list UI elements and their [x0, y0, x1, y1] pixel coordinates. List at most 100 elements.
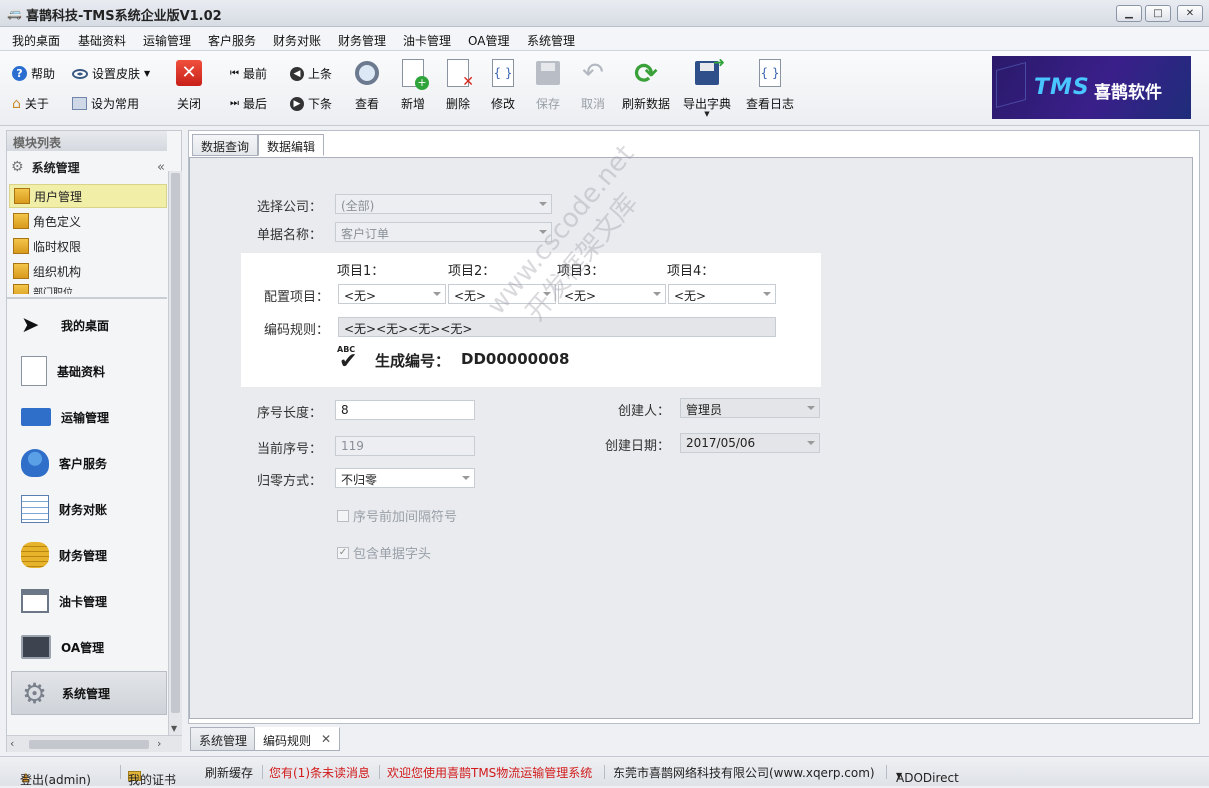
module-reconciliation[interactable]: 财务对账 [11, 487, 167, 531]
module-finance[interactable]: 财务管理 [11, 533, 167, 577]
menu-desktop[interactable]: 我的桌面 [12, 32, 60, 49]
checkbox-box[interactable] [337, 509, 349, 522]
sidebar-splitter[interactable] [7, 297, 167, 299]
prev-button[interactable]: ◀ 上条 [290, 65, 332, 82]
unread-message-link[interactable]: 您有(1)条未读消息 [269, 764, 370, 781]
reset-mode-value: 不归零 [341, 473, 378, 487]
cancel-button[interactable]: ↶ 取消 [563, 57, 623, 121]
module-label: 运输管理 [61, 410, 110, 425]
arrow-left-circle-icon: ◀ [290, 66, 304, 81]
export-icon: ➜ [695, 55, 725, 85]
scroll-thumb[interactable] [29, 740, 149, 749]
coins-icon [21, 542, 49, 568]
sidebar-horizontal-scrollbar[interactable]: ‹ › [7, 735, 182, 752]
doc-tab-system[interactable]: 系统管理 [190, 727, 257, 751]
reset-mode-select[interactable]: 不归零 [335, 468, 475, 488]
help-button[interactable]: ? 帮助 [12, 65, 55, 82]
status-separator [379, 765, 380, 779]
status-separator [604, 765, 605, 779]
caret-down-icon: ▼ [144, 69, 151, 78]
scroll-left-icon[interactable]: ‹ [10, 737, 14, 750]
include-prefix-checkbox-label: 包含单据字头 [353, 547, 432, 562]
sidebar-item-role-definition[interactable]: 角色定义 [9, 209, 167, 233]
refresh-button[interactable]: ⟳ 刷新数据 [616, 57, 676, 121]
add-document-icon: + [402, 59, 429, 90]
first-button[interactable]: ⏮ 最前 [230, 65, 267, 82]
edit-panel: 选择公司： (全部) 单据名称： 客户订单 项目1： 项目2： 项目3： 项目4… [189, 157, 1193, 719]
tab-data-query[interactable]: 数据查询 [192, 134, 259, 156]
module-sidebar: 模块列表 ⚙ 系统管理 « 用户管理 角色定义 临时权限 组织机构 部门职位 ➤… [6, 130, 182, 752]
close-window-button[interactable]: ✕ [1177, 5, 1203, 22]
export-button[interactable]: ➜ 导出字典 ▼ [677, 55, 737, 121]
item4-value: <无> [674, 289, 707, 303]
module-desktop[interactable]: ➤ 我的桌面 [11, 303, 167, 347]
close-tab-icon[interactable]: ✕ [321, 732, 331, 746]
status-separator [886, 765, 887, 779]
scroll-down-icon[interactable]: ▼ [171, 724, 177, 733]
module-oa[interactable]: OA管理 [11, 625, 167, 669]
refresh-cache-button[interactable]: 刷新缓存 [205, 764, 253, 781]
menu-customer-service[interactable]: 客户服务 [208, 32, 256, 49]
create-date-value: 2017/05/06 [686, 436, 756, 450]
arrow-right-circle-icon: ▶ [290, 96, 304, 111]
menu-fuel-card[interactable]: 油卡管理 [403, 32, 451, 49]
item4-label: 项目4： [667, 264, 715, 279]
home-icon: ⌂ [12, 95, 21, 112]
close-icon: ✕ [176, 60, 202, 86]
set-favorite-button[interactable]: 设为常用 [72, 95, 139, 112]
sidebar-vertical-scrollbar[interactable]: ▼ [168, 171, 182, 735]
maximize-button[interactable]: □ [1145, 5, 1171, 22]
doc-name-select[interactable]: 客户订单 [335, 222, 552, 242]
view-log-button[interactable]: { } 查看日志 [740, 57, 800, 121]
scroll-right-icon[interactable]: › [157, 737, 161, 750]
group-title: 系统管理 [31, 160, 80, 175]
sidebar-group-header[interactable]: ⚙ 系统管理 « [7, 153, 167, 181]
company-label: 选择公司： [256, 200, 322, 215]
module-system[interactable]: ⚙ 系统管理 [11, 671, 167, 715]
sidebar-item-temp-permission[interactable]: 临时权限 [9, 234, 167, 258]
tab-data-edit[interactable]: 数据编辑 [258, 134, 325, 156]
module-customer-service[interactable]: 客户服务 [11, 441, 167, 485]
status-separator [262, 765, 263, 779]
minimize-button[interactable]: ▁ [1116, 5, 1142, 22]
close-button[interactable]: ✕ 关闭 [159, 57, 219, 121]
last-button[interactable]: ⏭ 最后 [230, 95, 267, 112]
menu-reconciliation[interactable]: 财务对账 [273, 32, 321, 49]
collapse-icon[interactable]: « [157, 160, 165, 175]
menu-finance[interactable]: 财务管理 [338, 32, 386, 49]
seq-length-input[interactable]: 8 [335, 400, 475, 420]
menu-oa[interactable]: OA管理 [468, 32, 509, 49]
item4-select[interactable]: <无> [668, 284, 776, 304]
module-transport[interactable]: 运输管理 [11, 395, 167, 439]
skin-button[interactable]: 设置皮肤 ▼ [72, 65, 150, 82]
menu-transport[interactable]: 运输管理 [143, 32, 191, 49]
item1-select[interactable]: <无> [338, 284, 446, 304]
include-prefix-checkbox[interactable]: ✓ 包含单据字头 [337, 543, 431, 562]
edit-document-icon: { } [492, 59, 514, 87]
main-content: 数据查询 数据编辑 选择公司： (全部) 单据名称： 客户订单 项目1： 项目2… [188, 130, 1200, 724]
db-mode-label: ADODirect [896, 771, 959, 785]
status-separator [120, 765, 121, 779]
menu-basic-data[interactable]: 基础资料 [78, 32, 126, 49]
company-select[interactable]: (全部) [335, 194, 552, 214]
eye-icon [72, 68, 88, 79]
sidebar-item-department[interactable]: 部门职位 [9, 284, 167, 294]
next-button[interactable]: ▶ 下条 [290, 95, 332, 112]
current-seq-input[interactable]: 119 [335, 436, 475, 456]
sidebar-item-organization[interactable]: 组织机构 [9, 259, 167, 283]
about-button[interactable]: ⌂ 关于 [12, 95, 49, 112]
scroll-thumb[interactable] [171, 173, 180, 713]
window-icon [21, 589, 49, 613]
sidebar-item-user-management[interactable]: 用户管理 [9, 184, 167, 208]
dropdown-arrow-icon [763, 292, 771, 296]
checkbox-box-checked[interactable]: ✓ [337, 546, 349, 559]
menu-system[interactable]: 系统管理 [527, 32, 575, 49]
doc-tab-code-rule[interactable]: 编码规则 ✕ [254, 727, 341, 751]
module-fuel-card[interactable]: 油卡管理 [11, 579, 167, 623]
document-icon [21, 356, 47, 386]
separator-checkbox[interactable]: 序号前加间隔符号 [337, 506, 457, 525]
gear-icon: ⚙ [11, 159, 24, 175]
module-basic-data[interactable]: 基础资料 [11, 349, 167, 393]
module-label: 财务对账 [59, 502, 108, 517]
brand-logo: TMS 喜鹊软件 [992, 56, 1191, 119]
